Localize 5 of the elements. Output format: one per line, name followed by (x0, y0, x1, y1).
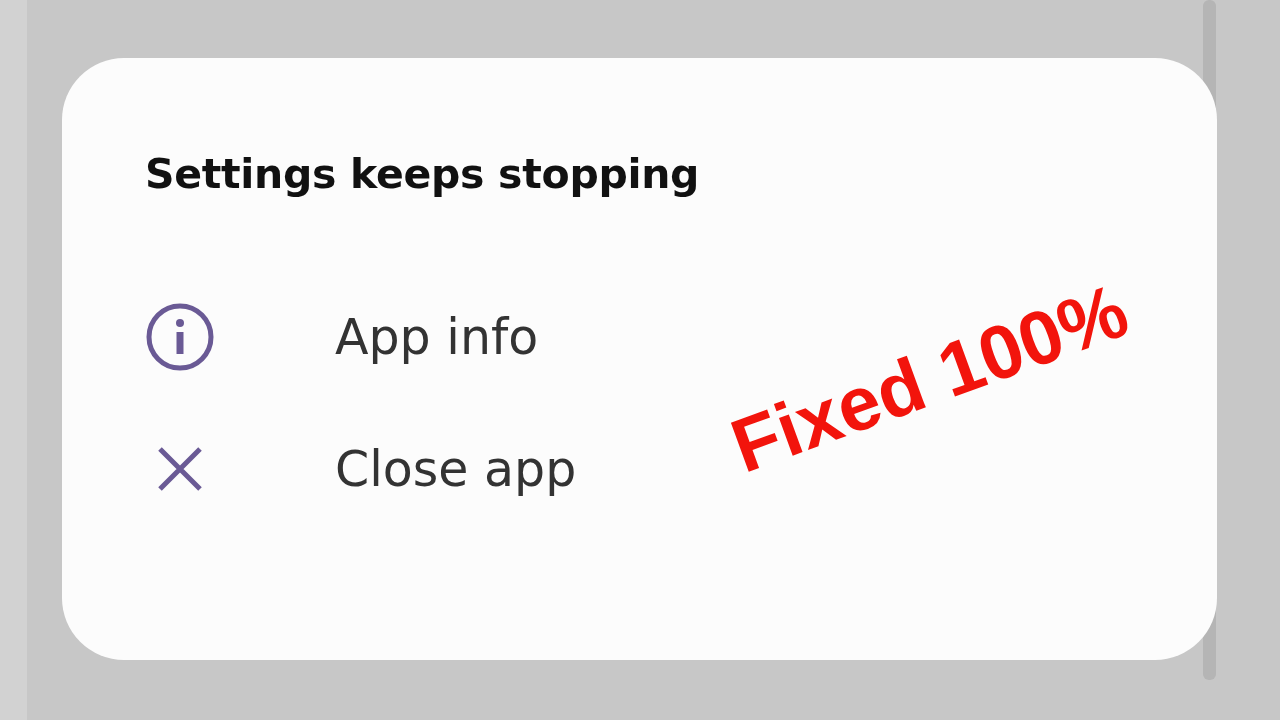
info-icon (145, 302, 215, 372)
dialog-title: Settings keeps stopping (145, 150, 701, 198)
menu-option[interactable]: App info (145, 302, 539, 372)
overlay-caption: Fixed 100% (720, 266, 1139, 490)
menu-option[interactable]: Close app (145, 434, 577, 504)
